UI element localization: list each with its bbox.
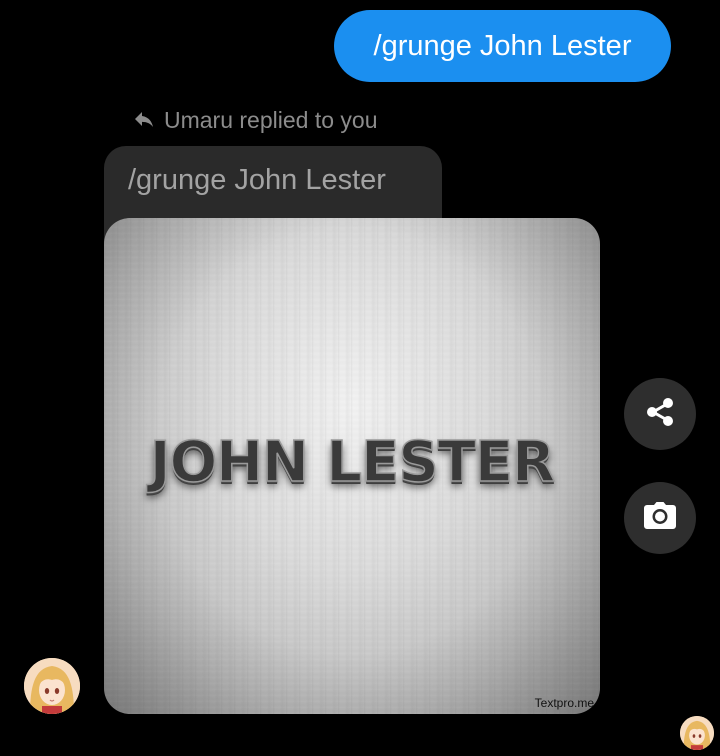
camera-icon	[642, 498, 678, 539]
reply-arrow-icon	[132, 108, 156, 132]
share-icon	[643, 395, 677, 434]
chat-screen: /grunge John Lester Umaru replied to you…	[0, 0, 720, 756]
sent-message-bubble[interactable]: /grunge John Lester	[334, 10, 671, 82]
reply-image[interactable]: JOHN LESTER Textpro.me	[104, 218, 600, 714]
seen-avatar	[680, 716, 714, 750]
share-button[interactable]	[624, 378, 696, 450]
reply-header: Umaru replied to you	[132, 104, 378, 136]
image-watermark: Textpro.me	[534, 696, 594, 710]
camera-button[interactable]	[624, 482, 696, 554]
image-overlay-text: JOHN LESTER	[149, 429, 556, 496]
reply-header-label: Umaru replied to you	[164, 106, 378, 133]
quoted-message-text: /grunge John Lester	[128, 164, 386, 196]
sender-avatar[interactable]	[24, 658, 80, 714]
